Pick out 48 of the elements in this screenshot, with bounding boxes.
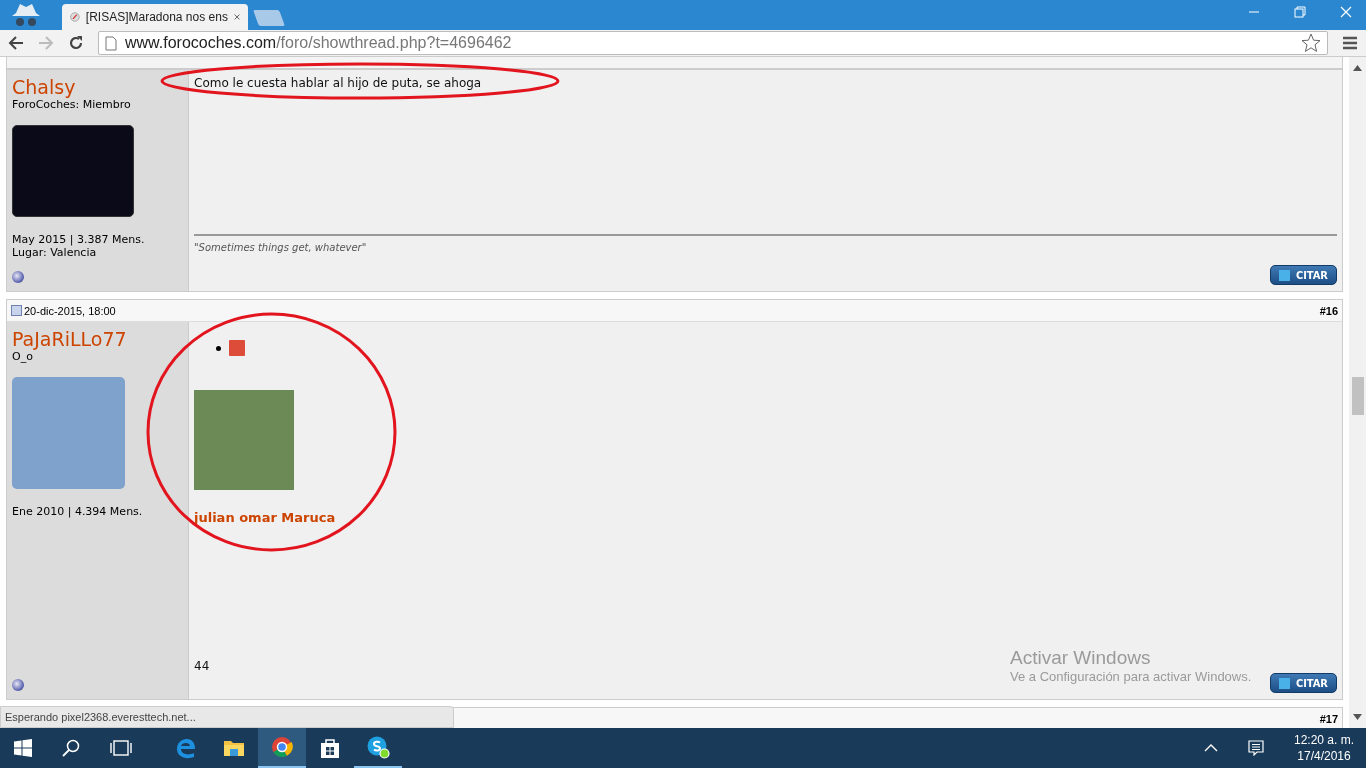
notifications-icon[interactable] — [1247, 740, 1264, 756]
scrollbar-thumb[interactable] — [1351, 377, 1364, 415]
member-stats: May 2015 | 3.387 Mens. — [12, 233, 146, 246]
start-icon[interactable] — [14, 739, 32, 757]
signature-text: "Sometimes things get, whatever" — [194, 242, 368, 253]
address-bar[interactable]: www.forocoches.com/foro/showthread.php?t=4696462 — [98, 31, 1328, 55]
back-arrow-icon[interactable] — [8, 36, 24, 50]
post-date: 20-dic-2015, 18:00 — [24, 304, 116, 317]
restore-icon[interactable] — [1294, 6, 1306, 18]
user-title: O_o — [12, 350, 34, 363]
post-message: Como le cuesta hablar al hijo de puta, se ahoga — [194, 76, 482, 90]
page-icon — [105, 35, 117, 51]
reload-icon[interactable] — [68, 35, 84, 51]
star-icon[interactable] — [1301, 33, 1321, 53]
status-orb-icon — [12, 271, 24, 283]
user-title: ForoCoches: Miembro — [12, 98, 132, 111]
task-view-icon[interactable] — [110, 739, 132, 757]
search-icon[interactable] — [62, 739, 80, 757]
status-orb-icon — [12, 679, 24, 691]
clock-time: 12:20 a. m. — [1293, 732, 1354, 748]
scroll-down-icon[interactable] — [1353, 714, 1362, 720]
quote-mark-icon — [1278, 677, 1290, 689]
close-icon[interactable] — [1340, 6, 1352, 18]
quote-mark-icon — [1278, 269, 1290, 281]
quote-button[interactable]: CITAR — [1269, 265, 1337, 285]
clock-date: 17/4/2016 — [1297, 748, 1351, 764]
clock[interactable]: 12:20 a. m. 17/4/2016 — [1293, 732, 1366, 764]
activation-notice-title: Activar Windows — [1010, 647, 1152, 669]
chevron-up-icon[interactable] — [1203, 744, 1218, 752]
url-text: www.forocoches.com/foro/showthread.php?t=4696462 — [125, 34, 513, 52]
close-icon[interactable] — [233, 12, 240, 22]
page-favicon-icon — [70, 9, 80, 25]
bullet-icon — [216, 345, 221, 351]
tab-title: [RISAS]Maradona nos ens — [85, 10, 228, 24]
member-stats: Ene 2010 | 4.394 Mens. — [12, 505, 144, 518]
browser-tab[interactable]: [RISAS]Maradona nos ens — [62, 4, 248, 30]
activation-notice-text: Ve a Configuración para activar Windows. — [1010, 669, 1252, 684]
post-icon — [11, 305, 22, 316]
member-location: Lugar: Valencia — [12, 246, 98, 259]
post-number[interactable]: #16 — [1319, 304, 1338, 317]
menu-icon[interactable] — [1342, 36, 1358, 50]
post-number[interactable]: #17 — [1319, 712, 1338, 725]
quote-button[interactable]: CITAR — [1269, 673, 1337, 693]
status-bubble: Esperando pixel2368.everesttech.net... — [0, 706, 454, 728]
profile-name-link[interactable]: julian omar Maruca — [194, 510, 1337, 525]
chrome-browser-icon[interactable] — [258, 728, 306, 768]
scroll-up-icon[interactable] — [1353, 65, 1362, 71]
post-message: 44 — [194, 659, 210, 673]
